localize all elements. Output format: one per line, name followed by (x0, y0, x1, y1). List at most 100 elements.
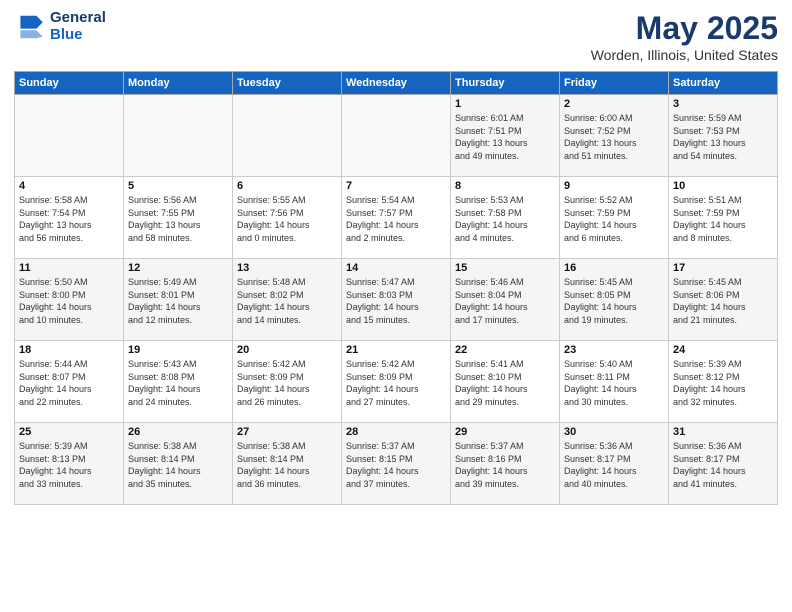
day-number: 4 (19, 180, 119, 192)
subtitle: Worden, Illinois, United States (591, 47, 778, 63)
day-header-thursday: Thursday (451, 72, 560, 95)
day-number: 21 (346, 344, 446, 356)
calendar-cell: 3 Sunrise: 5:59 AM Sunset: 7:53 PM Daylig… (669, 95, 778, 177)
main-title: May 2025 (591, 10, 778, 47)
day-number: 18 (19, 344, 119, 356)
day-info: Sunrise: 5:40 AM Sunset: 8:11 PM Dayligh… (564, 358, 664, 408)
day-info: Sunrise: 5:38 AM Sunset: 8:14 PM Dayligh… (237, 440, 337, 490)
day-number: 20 (237, 344, 337, 356)
calendar-cell: 29 Sunrise: 5:37 AM Sunset: 8:16 PM Dayli… (451, 423, 560, 505)
day-number: 31 (673, 426, 773, 438)
day-number: 16 (564, 262, 664, 274)
day-info: Sunrise: 5:42 AM Sunset: 8:09 PM Dayligh… (237, 358, 337, 408)
day-number: 15 (455, 262, 555, 274)
day-info: Sunrise: 5:39 AM Sunset: 8:12 PM Dayligh… (673, 358, 773, 408)
logo-text-line1: General (50, 10, 106, 27)
calendar-cell: 18 Sunrise: 5:44 AM Sunset: 8:07 PM Dayli… (15, 341, 124, 423)
calendar-cell: 5Sunrise: 5:56 AM Sunset: 7:55 PM Daylig… (124, 177, 233, 259)
logo-text-line2: Blue (50, 27, 106, 44)
day-header-monday: Monday (124, 72, 233, 95)
title-block: May 2025 Worden, Illinois, United States (591, 10, 778, 63)
day-info: Sunrise: 5:54 AM Sunset: 7:57 PM Dayligh… (346, 194, 446, 244)
day-number: 27 (237, 426, 337, 438)
calendar-cell: 16 Sunrise: 5:45 AM Sunset: 8:05 PM Dayli… (560, 259, 669, 341)
calendar-cell (233, 95, 342, 177)
day-number: 6 (237, 180, 337, 192)
calendar-cell: 24 Sunrise: 5:39 AM Sunset: 8:12 PM Dayli… (669, 341, 778, 423)
logo: General Blue (14, 10, 106, 43)
calendar-week-row: 11Sunrise: 5:50 AM Sunset: 8:00 PM Dayli… (15, 259, 778, 341)
calendar-cell: 23 Sunrise: 5:40 AM Sunset: 8:11 PM Dayli… (560, 341, 669, 423)
calendar-cell: 11Sunrise: 5:50 AM Sunset: 8:00 PM Dayli… (15, 259, 124, 341)
day-info: Sunrise: 5:36 AM Sunset: 8:17 PM Dayligh… (564, 440, 664, 490)
day-info: Sunrise: 5:38 AM Sunset: 8:14 PM Dayligh… (128, 440, 228, 490)
day-number: 10 (673, 180, 773, 192)
calendar-cell: 13 Sunrise: 5:48 AM Sunset: 8:02 PM Dayli… (233, 259, 342, 341)
calendar-cell: 14Sunrise: 5:47 AM Sunset: 8:03 PM Dayli… (342, 259, 451, 341)
calendar-cell: 9 Sunrise: 5:52 AM Sunset: 7:59 PM Daylig… (560, 177, 669, 259)
day-info: Sunrise: 5:45 AM Sunset: 8:05 PM Dayligh… (564, 276, 664, 326)
day-info: Sunrise: 6:01 AM Sunset: 7:51 PM Dayligh… (455, 112, 555, 162)
calendar-week-row: 18 Sunrise: 5:44 AM Sunset: 8:07 PM Dayli… (15, 341, 778, 423)
day-number: 26 (128, 426, 228, 438)
day-number: 13 (237, 262, 337, 274)
day-header-sunday: Sunday (15, 72, 124, 95)
day-number: 17 (673, 262, 773, 274)
day-number: 8 (455, 180, 555, 192)
day-info: Sunrise: 6:00 AM Sunset: 7:52 PM Dayligh… (564, 112, 664, 162)
calendar-cell: 12 Sunrise: 5:49 AM Sunset: 8:01 PM Dayli… (124, 259, 233, 341)
day-number: 23 (564, 344, 664, 356)
day-info: Sunrise: 5:59 AM Sunset: 7:53 PM Dayligh… (673, 112, 773, 162)
day-info: Sunrise: 5:52 AM Sunset: 7:59 PM Dayligh… (564, 194, 664, 244)
calendar-cell (342, 95, 451, 177)
day-info: Sunrise: 5:58 AM Sunset: 7:54 PM Dayligh… (19, 194, 119, 244)
calendar-cell: 30Sunrise: 5:36 AM Sunset: 8:17 PM Dayli… (560, 423, 669, 505)
day-number: 9 (564, 180, 664, 192)
day-number: 12 (128, 262, 228, 274)
day-header-tuesday: Tuesday (233, 72, 342, 95)
day-info: Sunrise: 5:37 AM Sunset: 8:16 PM Dayligh… (455, 440, 555, 490)
day-info: Sunrise: 5:42 AM Sunset: 8:09 PM Dayligh… (346, 358, 446, 408)
day-info: Sunrise: 5:48 AM Sunset: 8:02 PM Dayligh… (237, 276, 337, 326)
day-info: Sunrise: 5:36 AM Sunset: 8:17 PM Dayligh… (673, 440, 773, 490)
calendar-cell: 7Sunrise: 5:54 AM Sunset: 7:57 PM Daylig… (342, 177, 451, 259)
day-header-friday: Friday (560, 72, 669, 95)
calendar-week-row: 4 Sunrise: 5:58 AM Sunset: 7:54 PM Daylig… (15, 177, 778, 259)
day-info: Sunrise: 5:50 AM Sunset: 8:00 PM Dayligh… (19, 276, 119, 326)
calendar-cell: 2 Sunrise: 6:00 AM Sunset: 7:52 PM Daylig… (560, 95, 669, 177)
day-number: 28 (346, 426, 446, 438)
calendar-cell: 8 Sunrise: 5:53 AM Sunset: 7:58 PM Daylig… (451, 177, 560, 259)
day-number: 2 (564, 98, 664, 110)
day-number: 22 (455, 344, 555, 356)
day-header-wednesday: Wednesday (342, 72, 451, 95)
day-info: Sunrise: 5:49 AM Sunset: 8:01 PM Dayligh… (128, 276, 228, 326)
day-info: Sunrise: 5:51 AM Sunset: 7:59 PM Dayligh… (673, 194, 773, 244)
day-info: Sunrise: 5:45 AM Sunset: 8:06 PM Dayligh… (673, 276, 773, 326)
calendar-cell: 17 Sunrise: 5:45 AM Sunset: 8:06 PM Dayli… (669, 259, 778, 341)
calendar-cell: 22Sunrise: 5:41 AM Sunset: 8:10 PM Dayli… (451, 341, 560, 423)
page-container: General Blue May 2025 Worden, Illinois, … (0, 0, 792, 511)
day-info: Sunrise: 5:37 AM Sunset: 8:15 PM Dayligh… (346, 440, 446, 490)
day-info: Sunrise: 5:53 AM Sunset: 7:58 PM Dayligh… (455, 194, 555, 244)
day-number: 29 (455, 426, 555, 438)
day-info: Sunrise: 5:43 AM Sunset: 8:08 PM Dayligh… (128, 358, 228, 408)
calendar-cell: 26 Sunrise: 5:38 AM Sunset: 8:14 PM Dayli… (124, 423, 233, 505)
day-info: Sunrise: 5:44 AM Sunset: 8:07 PM Dayligh… (19, 358, 119, 408)
calendar-cell: 10 Sunrise: 5:51 AM Sunset: 7:59 PM Dayli… (669, 177, 778, 259)
calendar-cell: 31 Sunrise: 5:36 AM Sunset: 8:17 PM Dayli… (669, 423, 778, 505)
day-number: 25 (19, 426, 119, 438)
day-header-saturday: Saturday (669, 72, 778, 95)
calendar-cell: 6Sunrise: 5:55 AM Sunset: 7:56 PM Daylig… (233, 177, 342, 259)
day-number: 19 (128, 344, 228, 356)
day-number: 14 (346, 262, 446, 274)
calendar-header-row: SundayMondayTuesdayWednesdayThursdayFrid… (15, 72, 778, 95)
calendar-cell: 25 Sunrise: 5:39 AM Sunset: 8:13 PM Dayli… (15, 423, 124, 505)
day-number: 24 (673, 344, 773, 356)
day-number: 3 (673, 98, 773, 110)
calendar-week-row: 25 Sunrise: 5:39 AM Sunset: 8:13 PM Dayli… (15, 423, 778, 505)
calendar-cell: 15Sunrise: 5:46 AM Sunset: 8:04 PM Dayli… (451, 259, 560, 341)
day-info: Sunrise: 5:39 AM Sunset: 8:13 PM Dayligh… (19, 440, 119, 490)
calendar-cell: 4 Sunrise: 5:58 AM Sunset: 7:54 PM Daylig… (15, 177, 124, 259)
day-number: 1 (455, 98, 555, 110)
calendar-cell: 1 Sunrise: 6:01 AM Sunset: 7:51 PM Daylig… (451, 95, 560, 177)
